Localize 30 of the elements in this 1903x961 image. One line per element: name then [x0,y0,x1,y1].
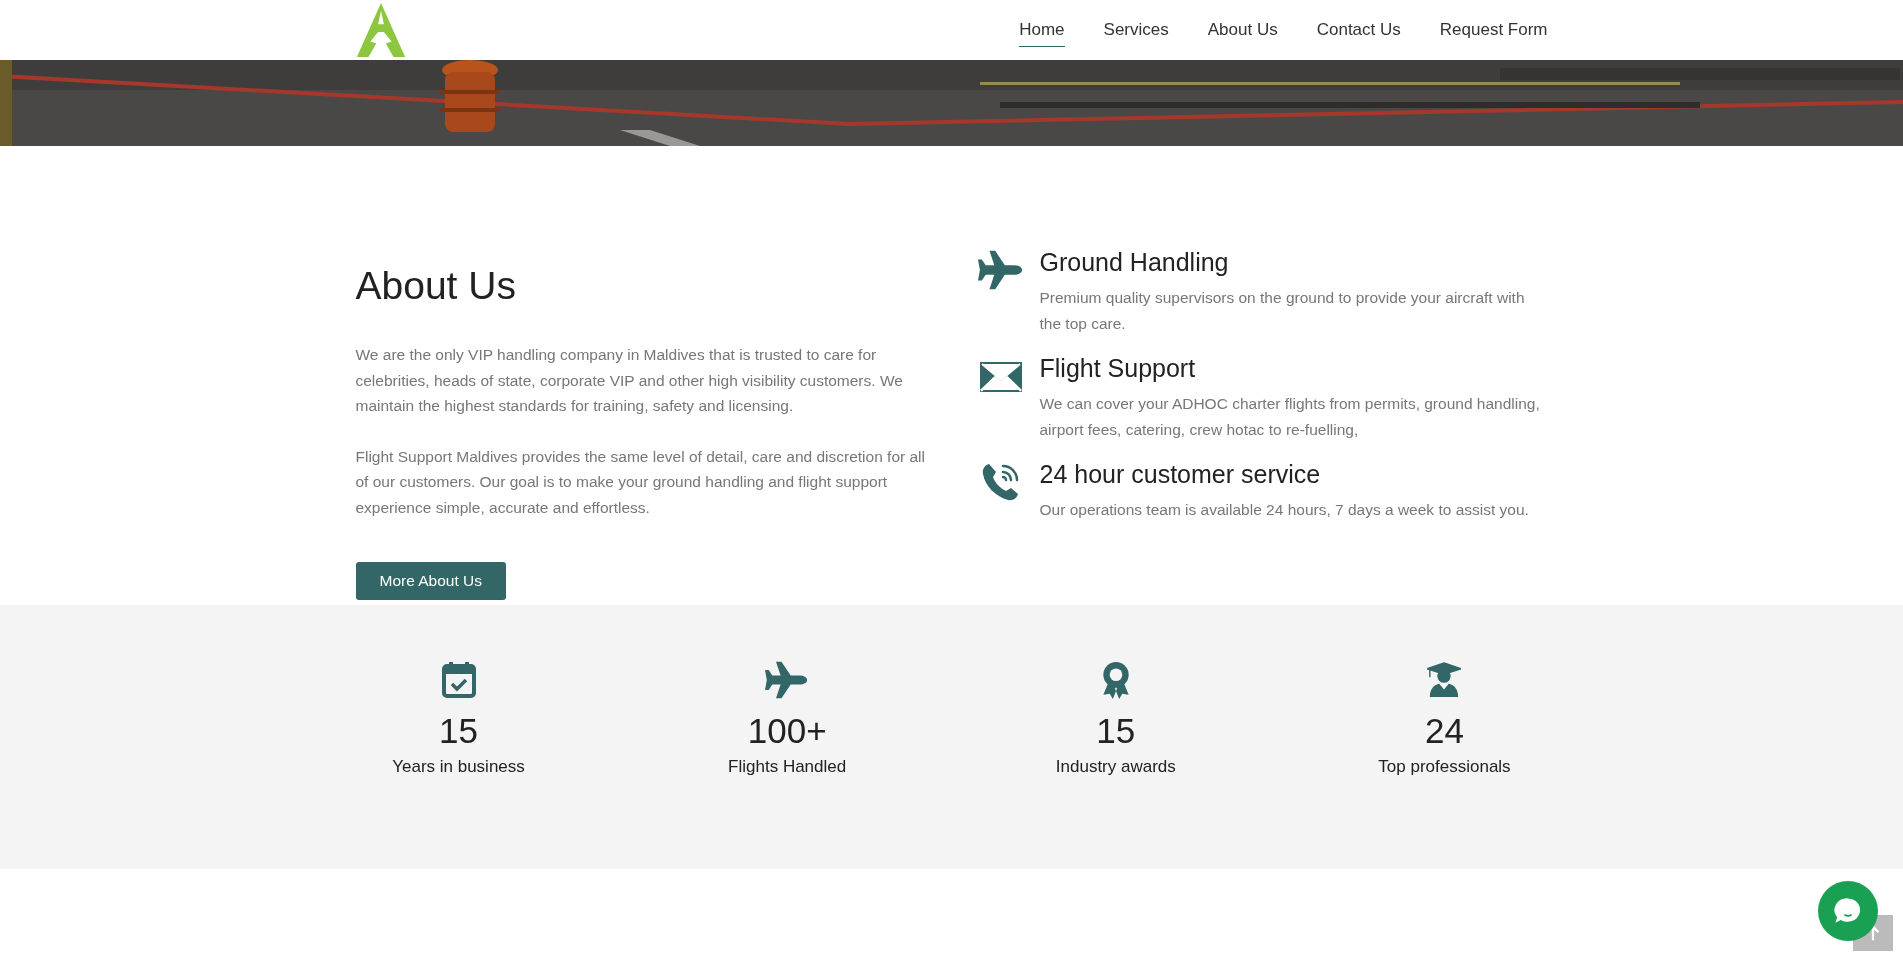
calendar-check-icon [441,661,476,699]
airplane-icon [977,250,1024,290]
stat-label: Years in business [392,757,525,777]
stat-label: Flights Handled [728,757,847,777]
paragraph: Flight Support Maldives provides the same level of detail, care and discretion for all of our customers. Our goal is to make your ground handling and flight support experience simple, accurate and effortless. [355,446,926,518]
nav-link[interactable]: Home [1019,13,1065,47]
logo-icon[interactable] [355,3,406,57]
stat-number: 24 [1425,711,1464,751]
stat-number: 100+ [747,711,827,751]
section-heading: About Us [355,264,517,308]
nav-link[interactable]: Services [1103,13,1169,47]
chat-button[interactable] [1818,881,1878,941]
more-about-button[interactable]: More About Us [355,562,507,600]
feature-title: Flight Support [1039,354,1197,383]
paragraph: We are the only VIP handling company in Maldives that is trusted to care for celebrities, heads of state, corporate VIP and other high visibility customers. We maintain the highest standards for training, safety and licensing. [355,345,904,416]
nav-link[interactable]: Contact Us [1316,13,1401,47]
stat-label: Industry awards [1055,757,1176,777]
stat-label: Top professionals [1378,757,1511,777]
stat-number: 15 [439,711,478,751]
feature-title: Ground Handling [1039,248,1230,277]
graduate-icon [1427,661,1462,699]
feature-title: 24 hour customer service [1039,460,1322,489]
nav-link[interactable]: About Us [1207,13,1278,47]
airplane-icon [765,661,810,699]
stat-number: 15 [1096,711,1136,751]
nav-link[interactable]: Request Form [1439,13,1548,47]
envelope-icon [979,362,1022,392]
feature-text: Our operations team is available 24 hours, 7 days a week to assist you. [1039,500,1530,520]
feature-text: Premium quality supervisors on the ground to provide your aircraft with the top care. [1039,288,1526,334]
feature-text: We can cover your ADHOC charter flights from permits, ground handling, airport fees, catering, crew hotac to re-fuelling, [1039,394,1541,440]
